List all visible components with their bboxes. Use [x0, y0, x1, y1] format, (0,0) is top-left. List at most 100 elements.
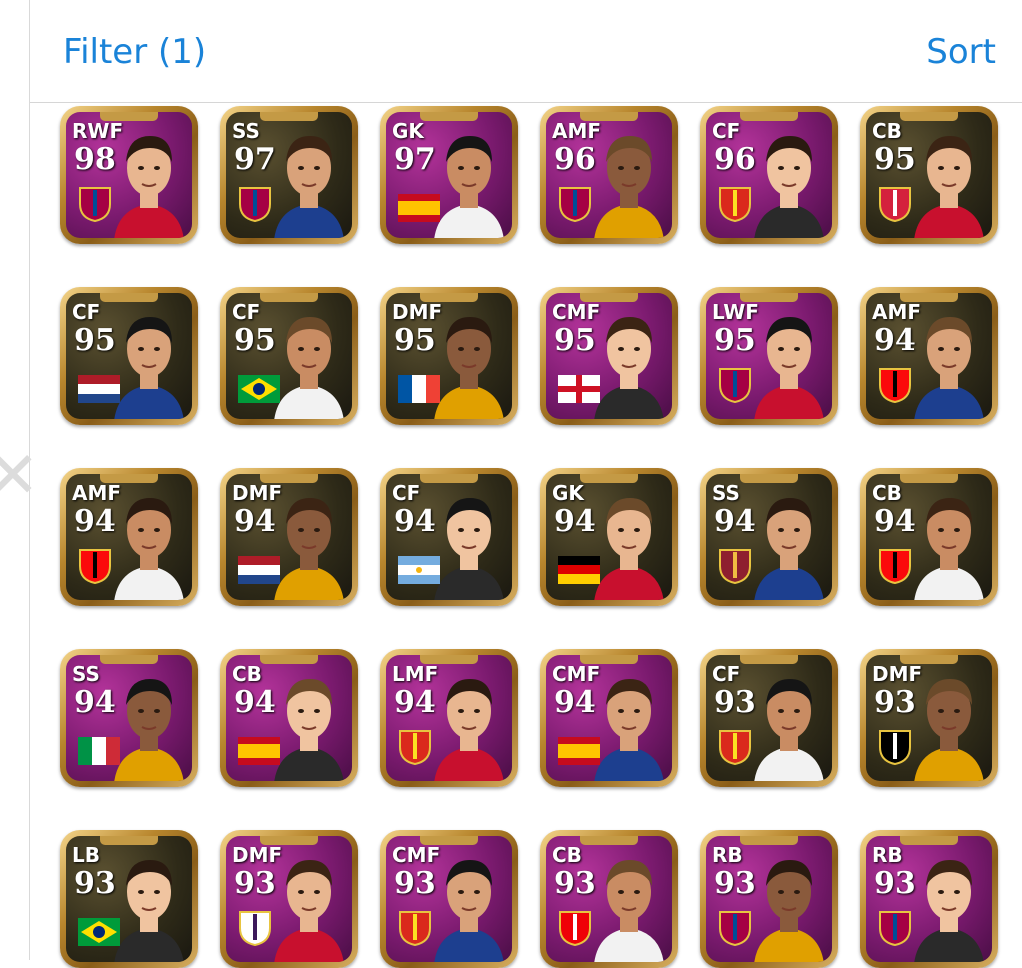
fc-barcelona-crest-icon — [878, 910, 912, 947]
player-rating: 98 — [74, 142, 116, 177]
player-card[interactable]: AMF 94 — [60, 468, 198, 606]
player-card[interactable]: DMF 93 — [220, 830, 358, 968]
card-background: CB 95 — [866, 112, 992, 238]
player-card[interactable]: DMF 93 — [860, 649, 998, 787]
england-flag-icon — [558, 375, 600, 403]
player-card[interactable]: CF 93 — [700, 649, 838, 787]
player-card[interactable]: GK 97 — [380, 106, 518, 244]
player-rating: 95 — [714, 323, 756, 358]
player-portrait — [110, 846, 188, 962]
player-position: CF — [712, 119, 741, 143]
player-position: CF — [232, 300, 261, 324]
player-card[interactable]: CMF 95 — [540, 287, 678, 425]
player-position: CB — [872, 119, 902, 143]
player-portrait — [750, 122, 828, 238]
player-portrait — [590, 846, 668, 962]
player-rating: 93 — [874, 866, 916, 901]
player-card[interactable]: CF 94 — [380, 468, 518, 606]
player-portrait — [910, 484, 988, 600]
card-background: CMF 93 — [386, 836, 512, 962]
card-background: SS 94 — [66, 655, 192, 781]
player-position: SS — [232, 119, 260, 143]
player-portrait — [430, 846, 508, 962]
sort-button[interactable]: Sort — [926, 30, 996, 74]
card-background: CF 95 — [226, 293, 352, 419]
card-background: CF 96 — [706, 112, 832, 238]
brazil-flag-icon — [238, 375, 280, 403]
card-background: LMF 94 — [386, 655, 512, 781]
player-position: RWF — [72, 119, 124, 143]
card-background: CB 94 — [866, 474, 992, 600]
fc-barcelona-crest-icon — [78, 186, 112, 223]
close-icon: ✕ — [0, 439, 40, 513]
legend-ribbon-icon — [260, 112, 318, 121]
player-portrait — [270, 122, 348, 238]
player-card[interactable]: CF 96 — [700, 106, 838, 244]
player-rating: 94 — [234, 685, 276, 720]
player-position: LMF — [392, 662, 439, 686]
fc-barcelona-crest-icon — [238, 186, 272, 223]
player-card[interactable]: LWF 95 — [700, 287, 838, 425]
player-card[interactable]: CF 95 — [60, 287, 198, 425]
manchester-united-crest-icon — [718, 729, 752, 766]
player-card[interactable]: SS 94 — [60, 649, 198, 787]
player-card[interactable]: SS 94 — [700, 468, 838, 606]
player-card[interactable]: CB 94 — [860, 468, 998, 606]
player-card[interactable]: RWF 98 — [60, 106, 198, 244]
player-rating: 96 — [554, 142, 596, 177]
player-portrait — [910, 303, 988, 419]
player-position: CMF — [392, 843, 441, 867]
card-background: CF 95 — [66, 293, 192, 419]
card-background: RB 93 — [866, 836, 992, 962]
player-rating: 95 — [234, 323, 276, 358]
player-card[interactable]: CMF 94 — [540, 649, 678, 787]
legend-ribbon-icon — [900, 474, 958, 483]
player-card[interactable]: CF 95 — [220, 287, 358, 425]
player-card[interactable]: LB 93 — [60, 830, 198, 968]
brazil-flag-icon — [78, 918, 120, 946]
filter-button[interactable]: Filter (1) — [63, 30, 206, 74]
legend-ribbon-icon — [420, 474, 478, 483]
player-card[interactable]: RB 93 — [700, 830, 838, 968]
player-rating: 97 — [234, 142, 276, 177]
as-roma-crest-icon — [718, 548, 752, 585]
legend-ribbon-icon — [740, 655, 798, 664]
player-card[interactable]: AMF 94 — [860, 287, 998, 425]
player-portrait — [750, 484, 828, 600]
player-card[interactable]: CB 94 — [220, 649, 358, 787]
legend-ribbon-icon — [580, 836, 638, 845]
player-portrait — [430, 484, 508, 600]
player-rating: 93 — [714, 685, 756, 720]
legend-ribbon-icon — [900, 836, 958, 845]
player-card[interactable]: AMF 96 — [540, 106, 678, 244]
player-card[interactable]: DMF 95 — [380, 287, 518, 425]
player-card[interactable]: CB 93 — [540, 830, 678, 968]
player-position: DMF — [872, 662, 923, 686]
player-card[interactable]: SS 97 — [220, 106, 358, 244]
card-background: CB 93 — [546, 836, 672, 962]
player-position: CMF — [552, 300, 601, 324]
card-background: CF 93 — [706, 655, 832, 781]
player-portrait — [590, 484, 668, 600]
card-background: AMF 94 — [66, 474, 192, 600]
player-card[interactable]: LMF 94 — [380, 649, 518, 787]
player-card[interactable]: RB 93 — [860, 830, 998, 968]
card-background: RWF 98 — [66, 112, 192, 238]
player-rating: 94 — [394, 504, 436, 539]
player-portrait — [910, 122, 988, 238]
club-crest-red-icon — [878, 186, 912, 223]
player-position: DMF — [392, 300, 443, 324]
player-card[interactable]: DMF 94 — [220, 468, 358, 606]
spain-flag-icon — [238, 737, 280, 765]
fc-barcelona-crest-icon — [558, 186, 592, 223]
france-flag-icon — [398, 375, 440, 403]
player-card[interactable]: CMF 93 — [380, 830, 518, 968]
player-rating: 94 — [554, 685, 596, 720]
italy-flag-icon — [78, 737, 120, 765]
player-card[interactable]: GK 94 — [540, 468, 678, 606]
player-card[interactable]: CB 95 — [860, 106, 998, 244]
card-background: GK 94 — [546, 474, 672, 600]
player-position: CB — [552, 843, 582, 867]
player-rating: 95 — [874, 142, 916, 177]
player-position: AMF — [872, 300, 922, 324]
